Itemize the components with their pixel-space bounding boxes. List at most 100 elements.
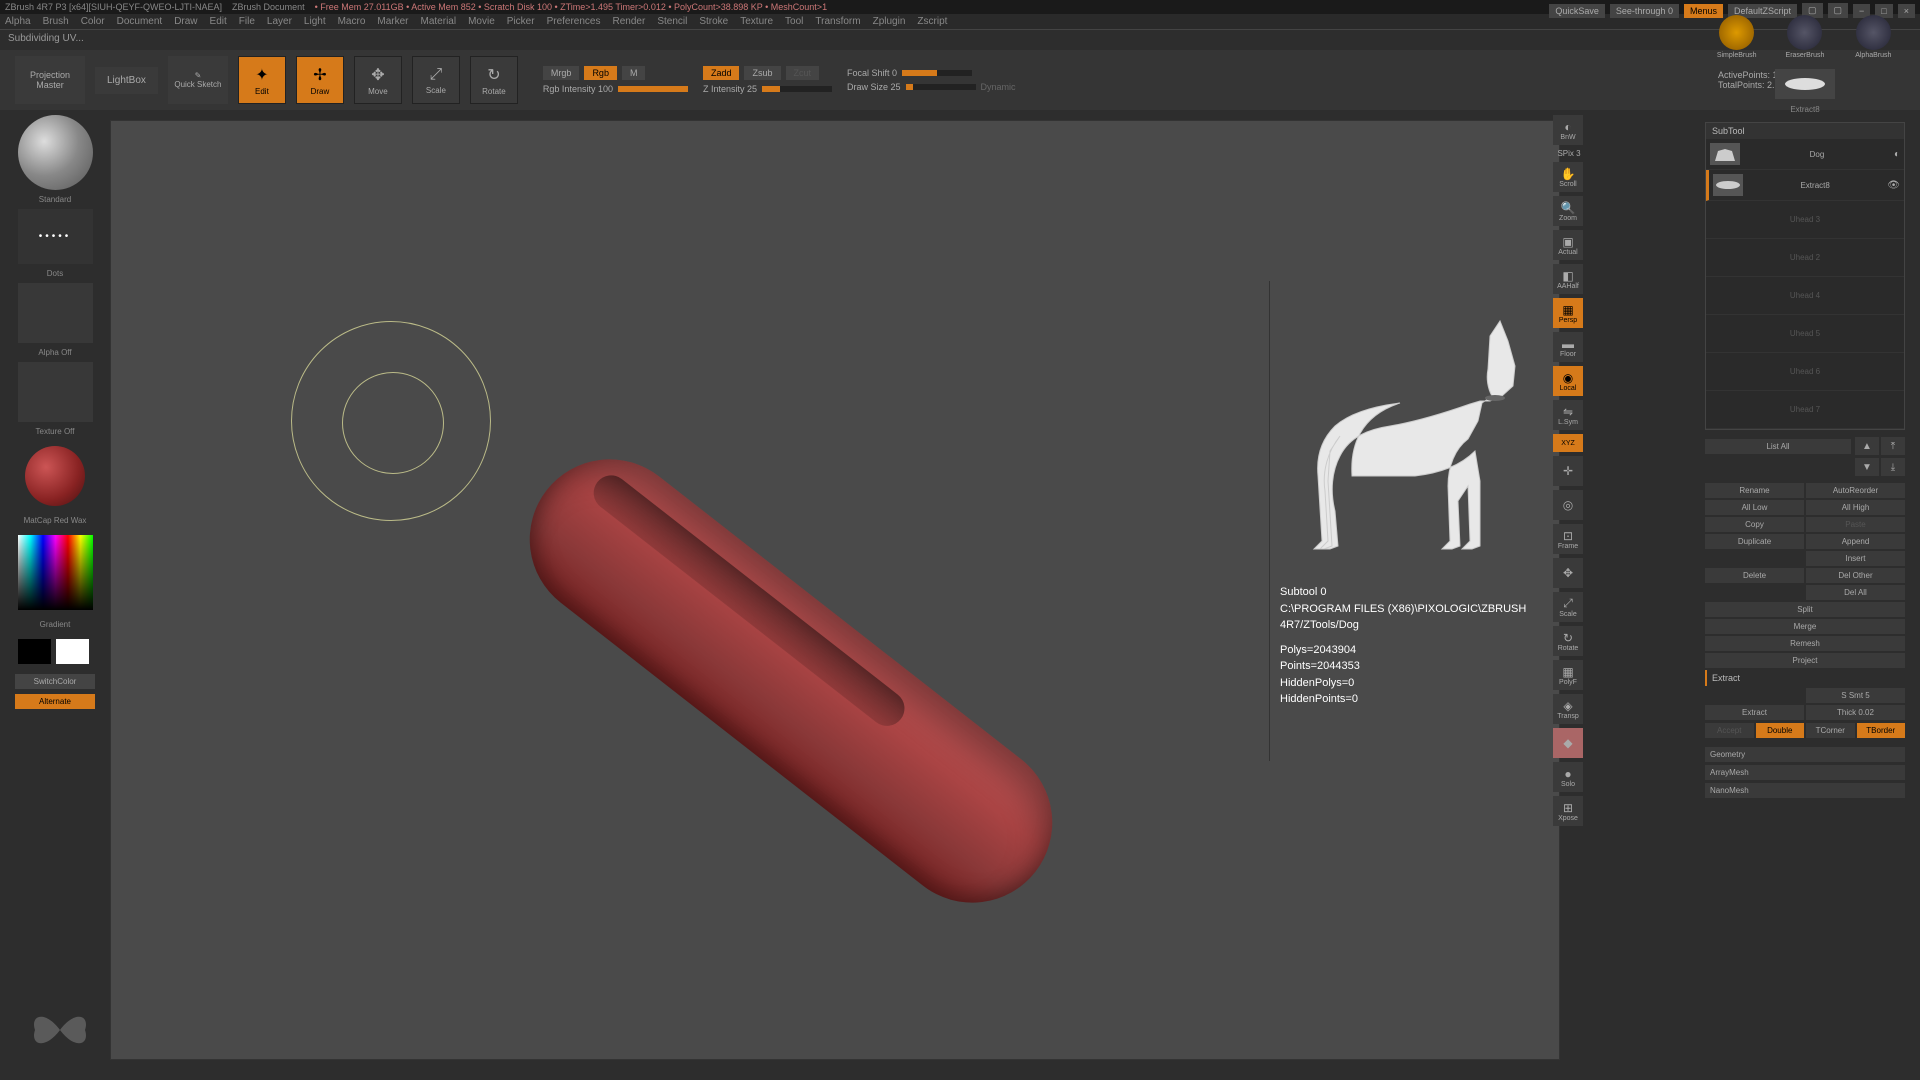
menu-movie[interactable]: Movie xyxy=(468,16,495,27)
zcut-toggle[interactable]: Zcut xyxy=(786,66,820,80)
del-all-button[interactable]: Del All xyxy=(1806,585,1905,600)
delete-button[interactable]: Delete xyxy=(1705,568,1804,583)
all-low-button[interactable]: All Low xyxy=(1705,500,1804,515)
copy-button[interactable]: Copy xyxy=(1705,517,1804,532)
merge-section[interactable]: Merge xyxy=(1705,619,1905,634)
double-button[interactable]: Double xyxy=(1756,723,1805,738)
menu-macro[interactable]: Macro xyxy=(338,16,366,27)
move-bottom-button[interactable]: ⤓ xyxy=(1881,458,1905,476)
scale-button[interactable]: ⤢Scale xyxy=(412,56,460,104)
alphabrush[interactable]: AlphaBrush xyxy=(1848,15,1898,63)
thick-field[interactable]: Thick 0.02 xyxy=(1806,705,1905,720)
nanomesh-section[interactable]: NanoMesh xyxy=(1705,783,1905,798)
rename-button[interactable]: Rename xyxy=(1705,483,1804,498)
bnw-button[interactable]: ◐BnW xyxy=(1553,115,1583,145)
menu-stencil[interactable]: Stencil xyxy=(657,16,687,27)
z-intensity-label[interactable]: Z Intensity 25 xyxy=(703,84,757,94)
menu-zplugin[interactable]: Zplugin xyxy=(873,16,906,27)
subtool-slot[interactable]: Uhead 4 xyxy=(1706,277,1904,315)
texture-preview[interactable] xyxy=(18,362,93,422)
scale-view-button[interactable]: ⤢Scale xyxy=(1553,592,1583,622)
seethrough-control[interactable]: See-through 0 xyxy=(1610,4,1679,18)
menu-tool[interactable]: Tool xyxy=(785,16,803,27)
dynamic-label[interactable]: Dynamic xyxy=(981,82,1016,92)
menu-picker[interactable]: Picker xyxy=(507,16,535,27)
scroll-button[interactable]: ✋Scroll xyxy=(1553,162,1583,192)
eye-icon[interactable]: ◐ xyxy=(1894,149,1900,160)
focal-shift-slider[interactable] xyxy=(902,70,972,76)
extract-section[interactable]: Extract xyxy=(1705,670,1905,686)
frame-button[interactable]: ⊡Frame xyxy=(1553,524,1583,554)
tborder-button[interactable]: TBorder xyxy=(1857,723,1906,738)
menu-stroke[interactable]: Stroke xyxy=(699,16,728,27)
move-view-button[interactable]: ✥ xyxy=(1553,558,1583,588)
menu-marker[interactable]: Marker xyxy=(377,16,408,27)
menu-render[interactable]: Render xyxy=(613,16,646,27)
rgb-toggle[interactable]: Rgb xyxy=(584,66,617,80)
zoom-button[interactable]: 🔍Zoom xyxy=(1553,196,1583,226)
eraserbrush[interactable]: EraserBrush xyxy=(1780,15,1830,63)
quick-sketch-button[interactable]: ✎ Quick Sketch xyxy=(168,56,228,104)
menu-file[interactable]: File xyxy=(239,16,255,27)
switchcolor-button[interactable]: SwitchColor xyxy=(15,674,95,689)
xyz-button[interactable]: XYZ xyxy=(1553,434,1583,452)
subtool-dog[interactable]: Dog ◐ xyxy=(1706,139,1904,170)
menu-material[interactable]: Material xyxy=(421,16,457,27)
persp-button[interactable]: ▦Persp xyxy=(1553,298,1583,328)
geometry-section[interactable]: Geometry xyxy=(1705,747,1905,762)
gradient-label[interactable]: Gradient xyxy=(15,620,95,629)
eye-icon[interactable]: 👁 xyxy=(1887,180,1900,191)
subtool-slot[interactable]: Uhead 6 xyxy=(1706,353,1904,391)
axis-button[interactable]: ✛ xyxy=(1553,456,1583,486)
secondary-color[interactable] xyxy=(18,639,51,664)
floor-button[interactable]: ▬Floor xyxy=(1553,332,1583,362)
tcorner-button[interactable]: TCorner xyxy=(1806,723,1855,738)
move-up-button[interactable]: ▲ xyxy=(1855,437,1879,455)
rotate-view-button[interactable]: ↻Rotate xyxy=(1553,626,1583,656)
menu-zscript[interactable]: Zscript xyxy=(917,16,947,27)
accept-button[interactable]: Accept xyxy=(1705,723,1754,738)
local-button[interactable]: ◉Local xyxy=(1553,366,1583,396)
draw-button[interactable]: ✢Draw xyxy=(296,56,344,104)
project-section[interactable]: Project xyxy=(1705,653,1905,668)
menu-texture[interactable]: Texture xyxy=(740,16,773,27)
alpha-preview[interactable] xyxy=(18,283,93,343)
edit-button[interactable]: ✦Edit xyxy=(238,56,286,104)
subtool-header[interactable]: SubTool xyxy=(1706,123,1904,139)
menu-document[interactable]: Document xyxy=(117,16,163,27)
menu-layer[interactable]: Layer xyxy=(267,16,292,27)
simplebrush[interactable]: SimpleBrush xyxy=(1712,15,1762,63)
transp-button[interactable]: ◈Transp xyxy=(1553,694,1583,724)
m-toggle[interactable]: M xyxy=(622,66,646,80)
rgb-intensity-label[interactable]: Rgb Intensity 100 xyxy=(543,84,613,94)
paste-button[interactable]: Paste xyxy=(1806,517,1905,532)
spix-label[interactable]: SPix 3 xyxy=(1553,149,1585,158)
material-preview[interactable] xyxy=(25,446,85,506)
append-button[interactable]: Append xyxy=(1806,534,1905,549)
move-top-button[interactable]: ⤒ xyxy=(1881,437,1905,455)
move-down-button[interactable]: ▼ xyxy=(1855,458,1879,476)
color-picker[interactable] xyxy=(18,535,93,610)
ghost-button[interactable]: ◆ xyxy=(1553,728,1583,758)
menu-edit[interactable]: Edit xyxy=(210,16,227,27)
subtool-slot[interactable]: Uhead 7 xyxy=(1706,391,1904,429)
duplicate-button[interactable]: Duplicate xyxy=(1705,534,1804,549)
focal-shift-label[interactable]: Focal Shift 0 xyxy=(847,68,897,78)
draw-size-label[interactable]: Draw Size 25 xyxy=(847,82,901,92)
list-all-button[interactable]: List All xyxy=(1705,439,1851,454)
projection-master-button[interactable]: Projection Master xyxy=(15,56,85,104)
menu-brush[interactable]: Brush xyxy=(43,16,69,27)
arraymesh-section[interactable]: ArrayMesh xyxy=(1705,765,1905,780)
menu-draw[interactable]: Draw xyxy=(174,16,197,27)
polyf-button[interactable]: ▦PolyF xyxy=(1553,660,1583,690)
subtool-extract8[interactable]: Extract8 👁 xyxy=(1706,170,1904,201)
tool-thumb[interactable] xyxy=(1775,69,1835,99)
menu-light[interactable]: Light xyxy=(304,16,326,27)
del-other-button[interactable]: Del Other xyxy=(1806,568,1905,583)
rotate-button[interactable]: ↻Rotate xyxy=(470,56,518,104)
stroke-preview[interactable] xyxy=(18,209,93,264)
quicksave-button[interactable]: QuickSave xyxy=(1549,4,1605,18)
z-intensity-slider[interactable] xyxy=(762,86,832,92)
subtool-slot[interactable]: Uhead 3 xyxy=(1706,201,1904,239)
actual-button[interactable]: ▣Actual xyxy=(1553,230,1583,260)
